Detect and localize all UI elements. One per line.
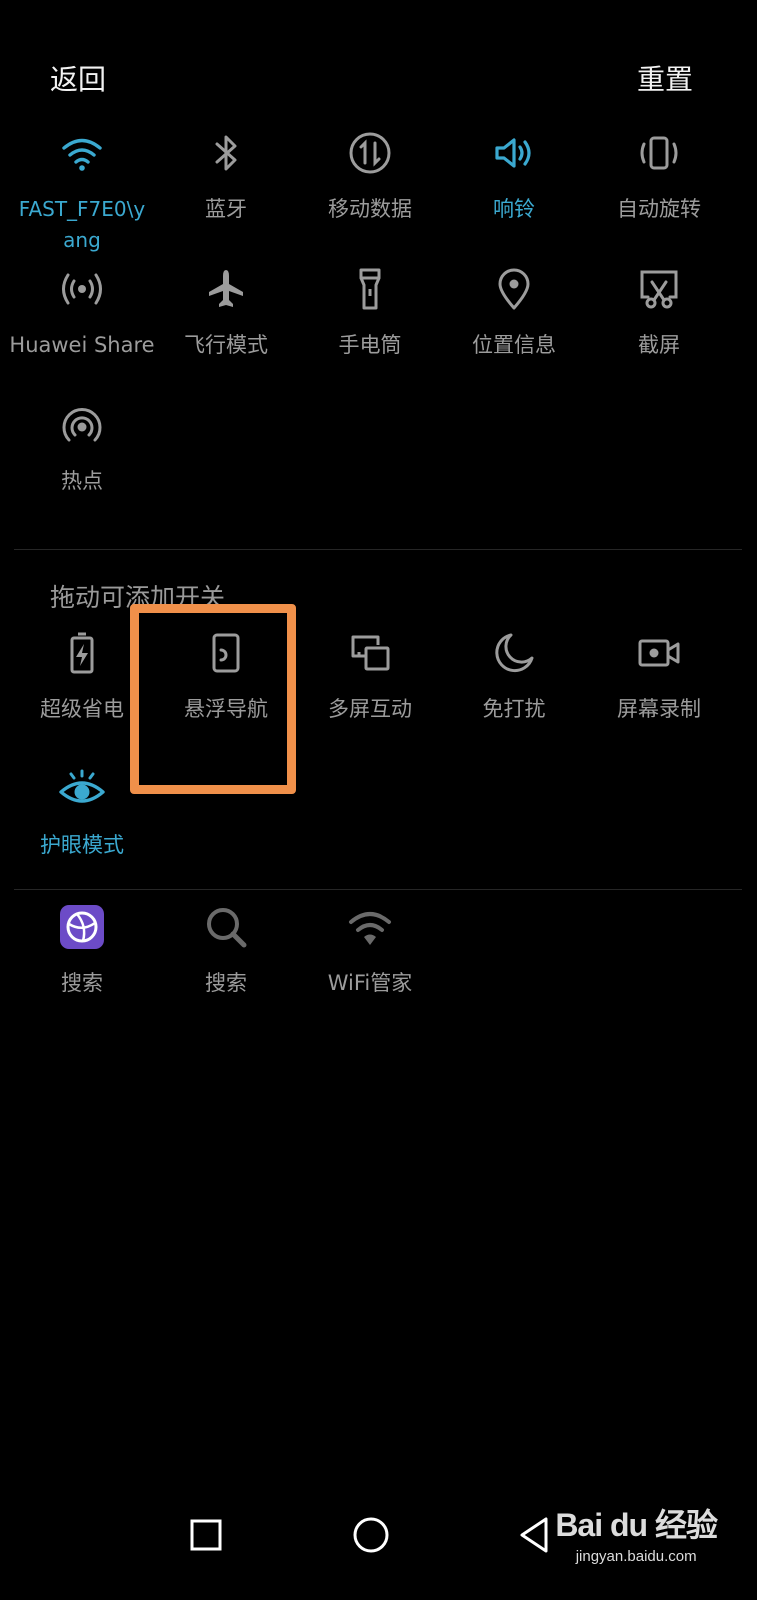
tile-browser-search[interactable]: 搜索: [8, 902, 156, 999]
tile-label: 搜索: [61, 971, 103, 995]
screen-record-icon: [634, 628, 684, 678]
tile-airplane[interactable]: 飞行模式: [152, 264, 300, 361]
tile-hotspot[interactable]: 热点: [8, 400, 156, 497]
multi-screen-icon: [345, 628, 395, 678]
watermark-url: jingyan.baidu.com: [575, 1548, 697, 1565]
battery-saver-icon: [57, 628, 107, 678]
highlight-box: [130, 604, 296, 794]
home-icon[interactable]: [346, 1510, 396, 1560]
tile-label: 搜索: [205, 971, 247, 995]
tile-location[interactable]: 位置信息: [440, 264, 588, 361]
eye-icon: [57, 764, 107, 814]
tile-wifi[interactable]: FAST_F7E0\yang: [8, 128, 156, 256]
wifi-icon: [57, 128, 107, 178]
recent-apps-icon[interactable]: [181, 1510, 231, 1560]
hotspot-icon: [57, 400, 107, 450]
tile-label: 飞行模式: [184, 333, 268, 357]
tile-label: 屏幕录制: [617, 697, 701, 721]
tile-wifi-manager[interactable]: WiFi管家: [296, 902, 444, 999]
tile-screenshot[interactable]: 截屏: [585, 264, 733, 361]
tile-multi-screen[interactable]: 多屏互动: [296, 628, 444, 725]
auto-rotate-icon: [634, 128, 684, 178]
tile-label: WiFi管家: [327, 971, 413, 995]
airplane-icon: [201, 264, 251, 314]
huawei-share-icon: [57, 264, 107, 314]
tile-label: 移动数据: [328, 197, 412, 221]
tile-auto-rotate[interactable]: 自动旋转: [585, 128, 733, 225]
bluetooth-icon: [201, 128, 251, 178]
tile-flashlight[interactable]: 手电筒: [296, 264, 444, 361]
tile-bluetooth[interactable]: 蓝牙: [152, 128, 300, 225]
tile-label: 蓝牙: [205, 197, 247, 221]
tile-label: FAST_F7E0\yang: [18, 197, 146, 252]
tile-label: 护眼模式: [40, 833, 124, 857]
tile-label: 响铃: [493, 197, 535, 221]
screenshot-icon: [634, 264, 684, 314]
section-divider: [14, 549, 742, 550]
tile-label: 自动旋转: [617, 197, 701, 221]
search-icon: [201, 902, 251, 952]
baidu-watermark: Bai du 经验 jingyan.baidu.com: [555, 1500, 718, 1565]
mobile-data-icon: [345, 128, 395, 178]
moon-icon: [489, 628, 539, 678]
tile-label: Huawei Share: [9, 333, 155, 357]
tile-ringer[interactable]: 响铃: [440, 128, 588, 225]
tile-label: 热点: [61, 469, 103, 493]
tile-label: 截屏: [638, 333, 680, 357]
wifi-manager-icon: [345, 902, 395, 952]
section-divider: [14, 889, 742, 890]
location-icon: [489, 264, 539, 314]
back-button[interactable]: 返回: [50, 58, 106, 98]
tile-huawei-share[interactable]: Huawei Share: [8, 264, 156, 361]
flashlight-icon: [345, 264, 395, 314]
tile-search[interactable]: 搜索: [152, 902, 300, 999]
tile-screen-record[interactable]: 屏幕录制: [585, 628, 733, 725]
ringer-icon: [489, 128, 539, 178]
browser-search-icon: [57, 902, 107, 952]
tile-label: 位置信息: [472, 333, 556, 357]
tile-do-not-disturb[interactable]: 免打扰: [440, 628, 588, 725]
tile-mobile-data[interactable]: 移动数据: [296, 128, 444, 225]
watermark-logo: Bai du 经验: [555, 1507, 718, 1543]
tile-label: 免打扰: [482, 697, 546, 721]
tile-label: 多屏互动: [328, 697, 412, 721]
tile-label: 手电筒: [338, 333, 402, 357]
reset-button[interactable]: 重置: [637, 58, 693, 98]
